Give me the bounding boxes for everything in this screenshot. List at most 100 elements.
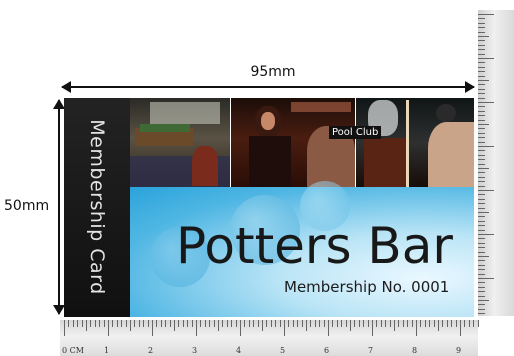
ruler-tick xyxy=(160,320,162,327)
ruler-tick xyxy=(108,320,109,336)
ruler-tick xyxy=(363,320,365,327)
ruler-tick xyxy=(424,320,426,327)
ruler-tick xyxy=(478,251,485,253)
ruler-tick xyxy=(478,49,485,51)
ruler-tick xyxy=(478,207,485,209)
ruler-tick xyxy=(310,320,312,327)
ruler-tick xyxy=(478,146,494,147)
ruler-tick xyxy=(345,320,347,327)
ruler-tick xyxy=(478,304,485,306)
ruler-tick xyxy=(213,320,215,327)
card-side-text: Membership Card xyxy=(86,119,108,295)
ruler-tick xyxy=(442,320,444,327)
ruler-label: 4 xyxy=(236,346,242,355)
ruler-tick xyxy=(478,256,489,257)
ruler-tick xyxy=(284,320,285,336)
ruler-tick xyxy=(319,320,321,327)
ruler-tick xyxy=(178,320,180,327)
ruler-tick xyxy=(478,137,485,139)
ruler-tick xyxy=(478,234,494,235)
ruler-tick xyxy=(478,295,485,297)
ruler-tick xyxy=(478,273,485,275)
ruler-tick xyxy=(473,320,475,327)
ruler-tick xyxy=(248,320,250,327)
ruler-tick xyxy=(478,163,485,165)
ruler-tick xyxy=(372,320,373,336)
ruler-tick xyxy=(478,58,494,59)
ruler-tick xyxy=(297,320,299,327)
ruler-tick xyxy=(478,212,489,213)
ruler-tick xyxy=(478,242,485,244)
ruler-tick xyxy=(478,84,485,86)
club-title: Potters Bar xyxy=(176,217,453,275)
ruler-tick xyxy=(429,320,431,327)
ruler-tick xyxy=(478,282,485,284)
ruler-tick xyxy=(478,62,485,64)
ruler-tick xyxy=(152,320,153,336)
ruler-tick xyxy=(477,320,479,327)
ruler-tick xyxy=(433,320,435,327)
ruler-tick xyxy=(478,229,485,231)
ruler-tick xyxy=(240,320,241,336)
ruler-tick xyxy=(292,320,294,327)
ruler-tick xyxy=(72,320,74,327)
ruler-tick xyxy=(86,320,87,331)
ruler-tick xyxy=(314,320,316,327)
ruler-tick xyxy=(478,44,485,46)
ruler-tick xyxy=(350,320,351,331)
ruler-tick xyxy=(478,278,494,279)
ruler-tick xyxy=(478,168,489,169)
ruler-tick xyxy=(407,320,409,327)
ruler-tick xyxy=(341,320,343,327)
ruler-label: 7 xyxy=(368,346,374,355)
ruler-tick xyxy=(336,320,338,327)
ruler-tick xyxy=(257,320,259,327)
ruler-tick xyxy=(99,320,101,327)
ruler-tick xyxy=(478,313,485,315)
ruler-tick xyxy=(226,320,228,327)
ruler-tick xyxy=(478,102,494,103)
width-dimension-arrow xyxy=(61,81,475,93)
ruler-label: 2 xyxy=(148,346,154,355)
ruler-tick xyxy=(416,320,417,336)
ruler-tick xyxy=(455,320,457,327)
ruler-tick xyxy=(354,320,356,327)
ruler-tick xyxy=(478,97,485,99)
photo-pool-table xyxy=(130,98,230,187)
ruler-tick xyxy=(358,320,360,327)
ruler-tick xyxy=(328,320,329,336)
ruler-label: 1 xyxy=(104,346,110,355)
arrow-right-icon xyxy=(465,81,475,93)
ruler-tick xyxy=(478,269,485,271)
ruler-tick xyxy=(81,320,83,327)
ruler-tick xyxy=(103,320,105,327)
ruler-tick xyxy=(478,176,485,178)
ruler-tick xyxy=(218,320,219,331)
ruler-tick xyxy=(478,71,485,73)
pool-club-badge: Pool Club xyxy=(329,126,382,139)
ruler-tick xyxy=(478,220,485,222)
ruler-tick xyxy=(138,320,140,327)
ruler-tick xyxy=(478,18,485,20)
ruler-tick xyxy=(270,320,272,327)
ruler-tick xyxy=(478,300,489,301)
card-side-panel: Membership Card xyxy=(64,98,130,317)
ruler-tick xyxy=(222,320,224,327)
arrow-left-icon xyxy=(61,81,71,93)
ruler-tick xyxy=(112,320,114,327)
ruler-tick xyxy=(231,320,233,327)
ruler-tick xyxy=(478,115,485,117)
ruler-tick xyxy=(174,320,175,331)
ruler-tick xyxy=(182,320,184,327)
ruler-tick xyxy=(478,31,485,33)
ruler-tick xyxy=(94,320,96,327)
ruler-label: 5 xyxy=(280,346,286,355)
ruler-tick xyxy=(478,185,485,187)
ruler-tick xyxy=(478,190,494,191)
ruler-tick xyxy=(478,66,485,68)
ruler-tick xyxy=(478,286,485,288)
ruler-tick xyxy=(478,93,485,95)
ruler-tick xyxy=(478,247,485,249)
ruler-tick xyxy=(200,320,202,327)
ruler-tick xyxy=(301,320,303,327)
